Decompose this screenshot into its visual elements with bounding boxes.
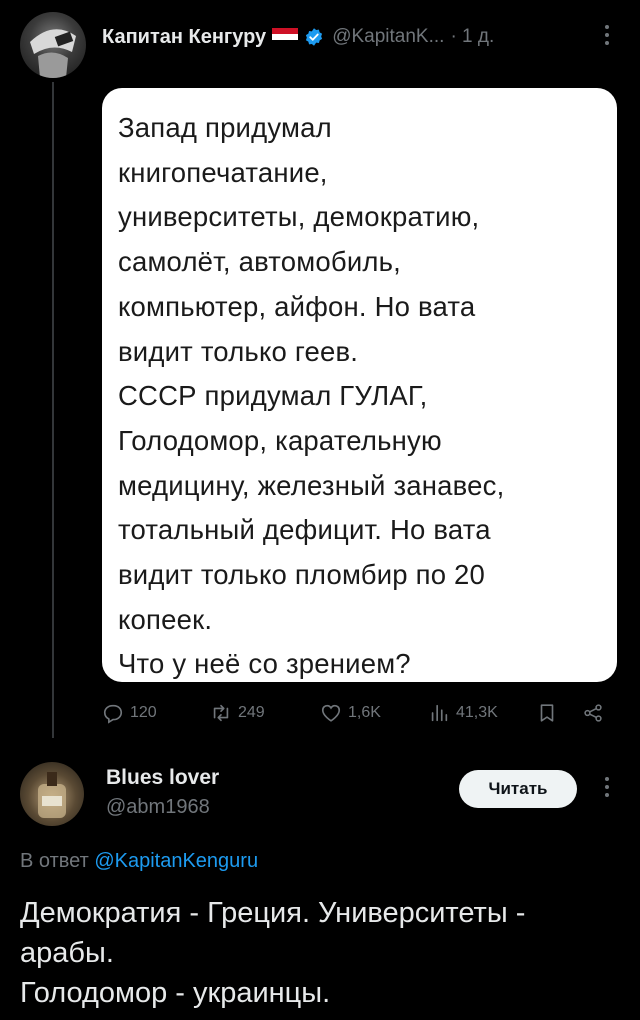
author-name[interactable]: Капитан Кенгуру <box>102 26 266 49</box>
reply-text-line: Голодомор - украинцы. <box>20 977 331 1009</box>
card-text-line: видит только пломбир по 20 <box>118 559 486 591</box>
author-handle[interactable]: @KapitanK... <box>332 26 444 48</box>
like-icon <box>321 704 341 722</box>
reply-more-icon[interactable] <box>600 776 614 798</box>
reply-to-link[interactable]: @KapitanKenguru <box>94 850 258 872</box>
like-button[interactable]: 1,6K <box>320 702 381 724</box>
views-button[interactable]: 41,3K <box>428 702 498 724</box>
tweet-actions: 120 249 1,6K 41,3K <box>102 700 622 726</box>
card-text-line: книгопечатание, <box>118 156 328 188</box>
repost-icon <box>213 704 229 722</box>
reply-to-line: В ответ @KapitanKenguru <box>20 850 258 873</box>
tweet-image-card[interactable]: Запад придумал книгопечатание, университет… <box>102 88 617 682</box>
flag-icon <box>272 28 299 46</box>
tweet-more-icon[interactable] <box>600 24 614 46</box>
repost-count: 249 <box>238 704 265 721</box>
verified-icon <box>306 28 323 46</box>
reply-author-handle[interactable]: @abm1968 <box>106 796 219 819</box>
card-text-line: Запад придумал <box>118 112 332 143</box>
bookmark-icon <box>540 704 554 722</box>
reply-author-block: Blues lover @abm1968 <box>106 766 219 819</box>
card-text-line: медицину, железный занавес, <box>118 469 505 501</box>
bookmark-button[interactable] <box>536 702 558 724</box>
reply-author-name[interactable]: Blues lover <box>106 766 219 790</box>
tweet-time[interactable]: · 1 д. <box>450 26 494 48</box>
reply-to-prefix: В ответ <box>20 850 89 872</box>
avatar-image <box>30 29 76 78</box>
card-text-line: Что у неё со зрением? <box>118 648 411 680</box>
share-icon <box>584 704 602 722</box>
card-text-line: самолёт, автомобиль, <box>118 246 402 278</box>
card-text-line: Голодомор, карательную <box>118 424 442 456</box>
like-count: 1,6K <box>348 704 381 721</box>
card-text-line: университеты, демократию, <box>118 201 480 233</box>
reply-button[interactable]: 120 <box>102 702 157 724</box>
repost-button[interactable]: 249 <box>210 702 265 724</box>
share-button[interactable] <box>582 702 604 724</box>
reply-text-line: Демократия - Греция. Университеты - <box>20 897 526 929</box>
reply-text: Демократия - Греция. Университеты - араб… <box>20 893 620 1013</box>
reply-count: 120 <box>130 704 157 721</box>
card-text-line: СССР придумал ГУЛАГ, <box>118 380 428 412</box>
avatar-image <box>38 772 66 818</box>
reply-text-line: арабы. <box>20 937 114 969</box>
card-text-line: видит только геев. <box>118 335 359 367</box>
card-text-line: тотальный дефицит. Но вата <box>118 514 491 546</box>
card-text: Запад придумал книгопечатание, университет… <box>118 106 601 687</box>
views-count: 41,3K <box>456 704 498 721</box>
author-avatar[interactable] <box>20 12 86 78</box>
follow-button[interactable]: Читать <box>459 770 577 808</box>
tweet-header: Капитан Кенгуру @KapitanK... · 1 д. <box>102 24 622 50</box>
thread-line <box>52 82 54 738</box>
views-icon <box>431 704 448 722</box>
card-text-line: компьютер, айфон. Но вата <box>118 290 476 322</box>
reply-icon <box>103 704 123 724</box>
card-text-line: копеек. <box>118 603 213 635</box>
reply-avatar[interactable] <box>20 762 84 826</box>
